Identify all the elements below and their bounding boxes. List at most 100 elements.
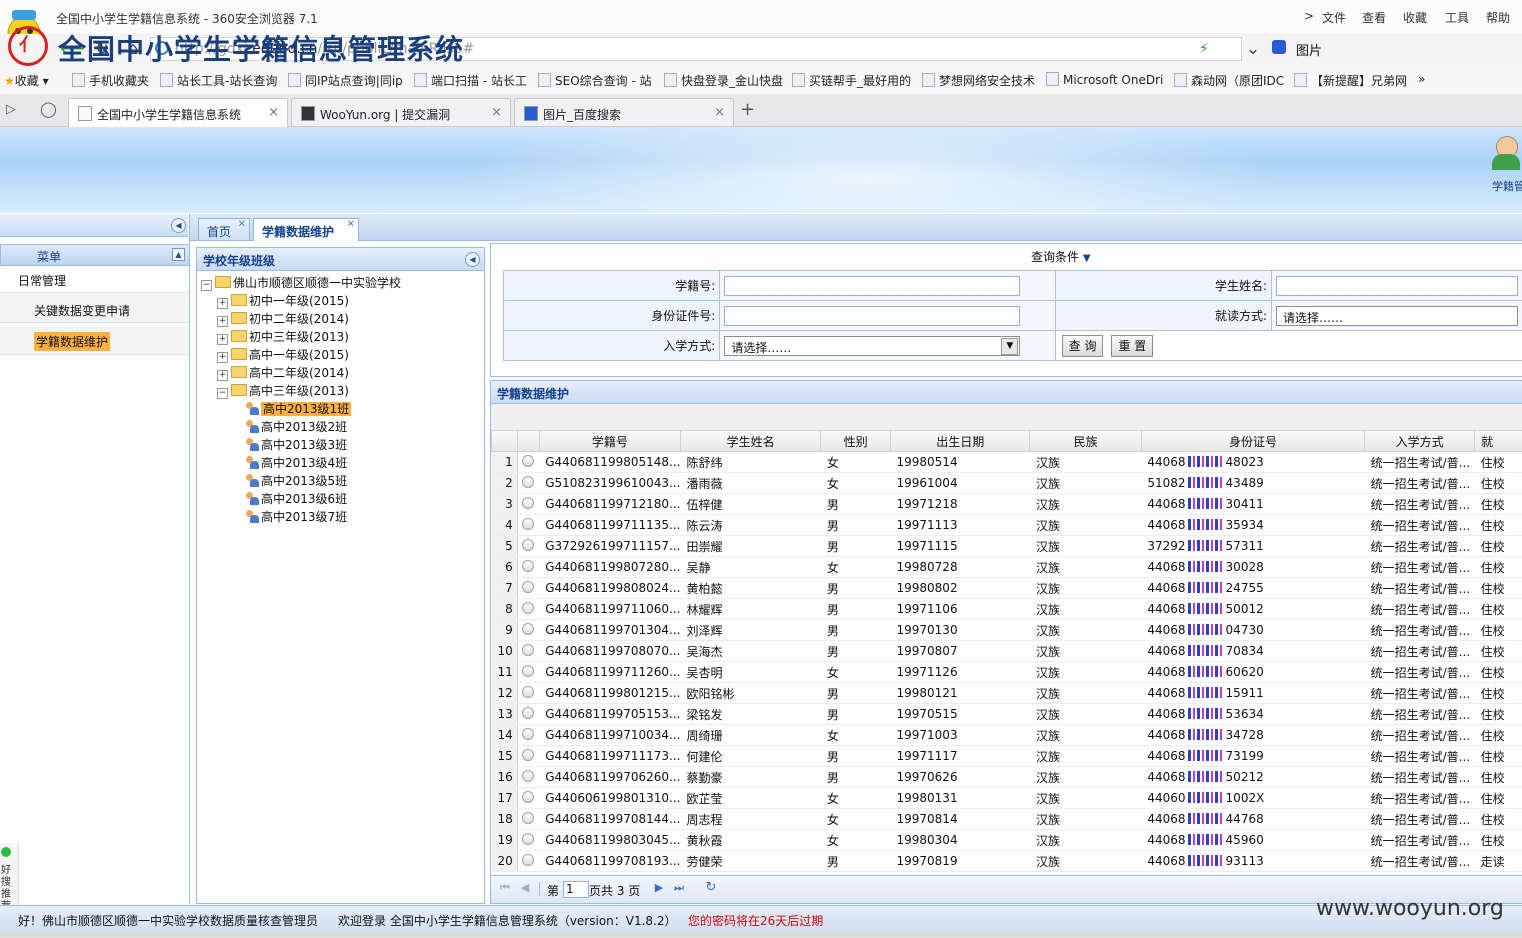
bookmark-item[interactable]: 森动网（原团IDC: [1174, 72, 1284, 89]
tree-class-node[interactable]: 高中2013级6班: [245, 490, 347, 508]
radio-icon[interactable]: [522, 769, 535, 782]
next-page-icon[interactable]: ▶: [653, 882, 665, 894]
menu-file[interactable]: 文件: [1322, 9, 1346, 26]
entry-mode-select[interactable]: 请选择…… ▼: [724, 335, 1021, 356]
row-select[interactable]: [517, 619, 540, 641]
last-page-icon[interactable]: ⏭: [673, 882, 685, 894]
row-select[interactable]: [517, 577, 540, 599]
bookmark-item[interactable]: 【新提醒】兄弟网: [1294, 72, 1407, 89]
tab-student-records[interactable]: 学籍数据维护 ✕: [253, 218, 359, 241]
speed-icon[interactable]: ⚡: [1199, 41, 1209, 57]
student-name-input[interactable]: [1276, 275, 1518, 296]
radio-icon[interactable]: [522, 496, 535, 509]
row-select[interactable]: [517, 535, 540, 557]
refresh-icon[interactable]: ↻: [705, 881, 717, 894]
radio-icon[interactable]: [522, 643, 535, 656]
bookmark-item[interactable]: 快盘登录_金山快盘: [664, 72, 783, 89]
row-select[interactable]: [517, 808, 540, 830]
table-row[interactable]: 13 G440681199705153... 梁铭发男 19970515 汉族 44068…: [491, 703, 1522, 725]
radio-icon[interactable]: [522, 601, 535, 614]
chevron-down-icon[interactable]: ▼: [1001, 337, 1019, 355]
close-icon[interactable]: ×: [491, 105, 502, 120]
table-row[interactable]: 2 G510823199610043... 潘雨薇女 19961004 汉族 51082 4…: [491, 472, 1522, 494]
tree-grade-node[interactable]: + 高中一年级(2015): [217, 346, 349, 364]
table-row[interactable]: 18 G440681199708144... 周志程女 19970814 汉族 44068…: [491, 808, 1522, 830]
table-row[interactable]: 5 G372926199711157... 田崇耀男 19971115 汉族 37292 5…: [491, 535, 1522, 557]
browser-tab[interactable]: WooYun.org | 提交漏洞 ×: [291, 98, 511, 126]
close-icon[interactable]: ✕: [238, 219, 246, 230]
chevron-down-icon[interactable]: ⌄: [1242, 38, 1264, 60]
header-entry-mode[interactable]: 入学方式: [1364, 431, 1476, 452]
close-icon[interactable]: ×: [714, 105, 725, 120]
collapse-left-icon[interactable]: ◀: [171, 218, 186, 233]
collapse-tree-icon[interactable]: ◀: [465, 252, 480, 267]
table-row[interactable]: 15 G440681199711173... 何建伦男 19971117 汉族 44068…: [491, 745, 1522, 767]
restore-tab-icon[interactable]: ◯: [40, 100, 57, 118]
bookmark-item[interactable]: 买链帮手_最好用的: [792, 72, 911, 89]
table-row[interactable]: 7 G440681199808024... 黄柏懿男 19980802 汉族 44068 2…: [491, 577, 1522, 599]
radio-icon[interactable]: [522, 748, 535, 761]
tree-class-node[interactable]: 高中2013级1班: [245, 400, 352, 418]
tree-class-node[interactable]: 高中2013级3班: [245, 436, 347, 454]
tree-class-node[interactable]: 高中2013级5班: [245, 472, 347, 490]
table-row[interactable]: 20 G440681199708193... 劳健荣男 19970819 汉族 44068…: [491, 850, 1522, 872]
table-row[interactable]: 10 G440681199708070... 吴海杰男 19970807 汉族 44068…: [491, 640, 1522, 662]
row-select[interactable]: [517, 766, 540, 788]
tree-class-node[interactable]: 高中2013级7班: [245, 508, 347, 526]
query-header[interactable]: 查询条件 ▼: [1031, 248, 1091, 265]
radio-icon[interactable]: [522, 580, 535, 593]
tree-grade-node[interactable]: + 初中三年级(2013): [217, 328, 349, 346]
table-row[interactable]: 6 G440681199807280... 吴静女 19980728 汉族 44068 30…: [491, 556, 1522, 578]
table-row[interactable]: 16 G440681199706260... 蔡勤豪男 19970626 汉族 44068…: [491, 766, 1522, 788]
radio-icon[interactable]: [522, 664, 535, 677]
menu-header[interactable]: 菜单 ▲: [0, 244, 190, 266]
header-ethnicity[interactable]: 民族: [1029, 431, 1142, 452]
header-student-name[interactable]: 学生姓名: [679, 431, 822, 452]
menu-view[interactable]: 查看: [1362, 9, 1386, 26]
tree-class-node[interactable]: 高中2013级4班: [245, 454, 347, 472]
collapse-node-icon[interactable]: −: [201, 280, 212, 291]
bookmark-item[interactable]: SEO综合查询 - 站: [538, 72, 652, 89]
row-select[interactable]: [517, 829, 540, 851]
tree-grade-node[interactable]: + 初中二年级(2014): [217, 310, 349, 328]
menu-more[interactable]: >: [1304, 9, 1314, 23]
row-select[interactable]: [517, 598, 540, 620]
close-icon[interactable]: ×: [268, 105, 279, 120]
tab-home[interactable]: 首页 ✕: [198, 218, 250, 240]
table-row[interactable]: 8 G440681199711060... 林耀辉男 19971106 汉族 44068 5…: [491, 598, 1522, 620]
browser-tab-active[interactable]: 全国中小学生学籍信息系统 ×: [68, 98, 288, 127]
expand-node-icon[interactable]: +: [217, 352, 228, 363]
table-row[interactable]: 4 G440681199711135... 陈云涛男 19971113 汉族 44068 3…: [491, 514, 1522, 536]
header-id-number[interactable]: 身份证号: [1140, 431, 1366, 452]
radio-icon[interactable]: [522, 832, 535, 845]
expand-node-icon[interactable]: +: [217, 334, 228, 345]
row-select[interactable]: [517, 703, 540, 725]
tree-grade-node[interactable]: + 初中一年级(2015): [217, 292, 349, 310]
row-select[interactable]: [517, 451, 540, 473]
row-select[interactable]: [517, 472, 540, 494]
radio-icon[interactable]: [522, 475, 535, 488]
row-select[interactable]: [517, 661, 540, 683]
radio-icon[interactable]: [522, 622, 535, 635]
table-row[interactable]: 9 G440681199701304... 刘泽辉男 19970130 汉族 44068 0…: [491, 619, 1522, 641]
tree-grade-node[interactable]: − 高中三年级(2013): [217, 382, 349, 400]
browser-tab[interactable]: 图片_百度搜索 ×: [514, 98, 734, 126]
radio-icon[interactable]: [522, 790, 535, 803]
table-row[interactable]: 17 G440606199801310... 欧芷莹女 19980131 汉族 44060…: [491, 787, 1522, 809]
bookmark-item[interactable]: 手机收藏夹: [72, 72, 149, 89]
side-recommend-widget[interactable]: 好搜推荐: [0, 843, 19, 912]
close-icon[interactable]: ✕: [347, 219, 355, 230]
table-row[interactable]: 1 G440681199805148... 陈舒纬女 19980514 汉族 44068 4…: [491, 451, 1522, 473]
row-select[interactable]: [517, 745, 540, 767]
table-row[interactable]: 3 G440681199712180... 伍梓健男 19971218 汉族 44068 3…: [491, 493, 1522, 515]
menu-item-student-records[interactable]: 学籍数据维护: [0, 326, 188, 355]
first-page-icon[interactable]: ⏮: [499, 882, 511, 894]
row-select[interactable]: [517, 682, 540, 704]
menu-help[interactable]: 帮助: [1486, 9, 1510, 26]
row-select[interactable]: [517, 493, 540, 515]
expand-node-icon[interactable]: +: [217, 316, 228, 327]
header-study-mode[interactable]: 就: [1474, 431, 1522, 452]
bookmark-item[interactable]: Microsoft OneDri: [1046, 72, 1163, 87]
table-row[interactable]: 14 G440681199710034... 周绮珊女 19971003 汉族 44068…: [491, 724, 1522, 746]
bookmark-item[interactable]: 梦想网络安全技术: [922, 72, 1035, 89]
